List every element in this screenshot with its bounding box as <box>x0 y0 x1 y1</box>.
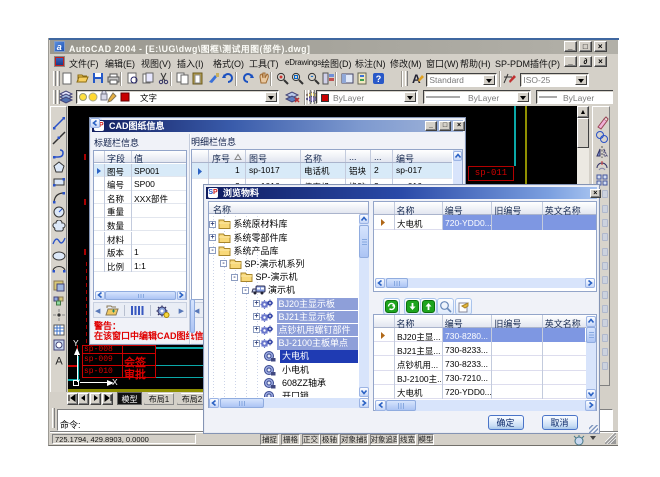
svg-text:?: ? <box>375 74 381 84</box>
svg-text:A: A <box>55 356 63 368</box>
